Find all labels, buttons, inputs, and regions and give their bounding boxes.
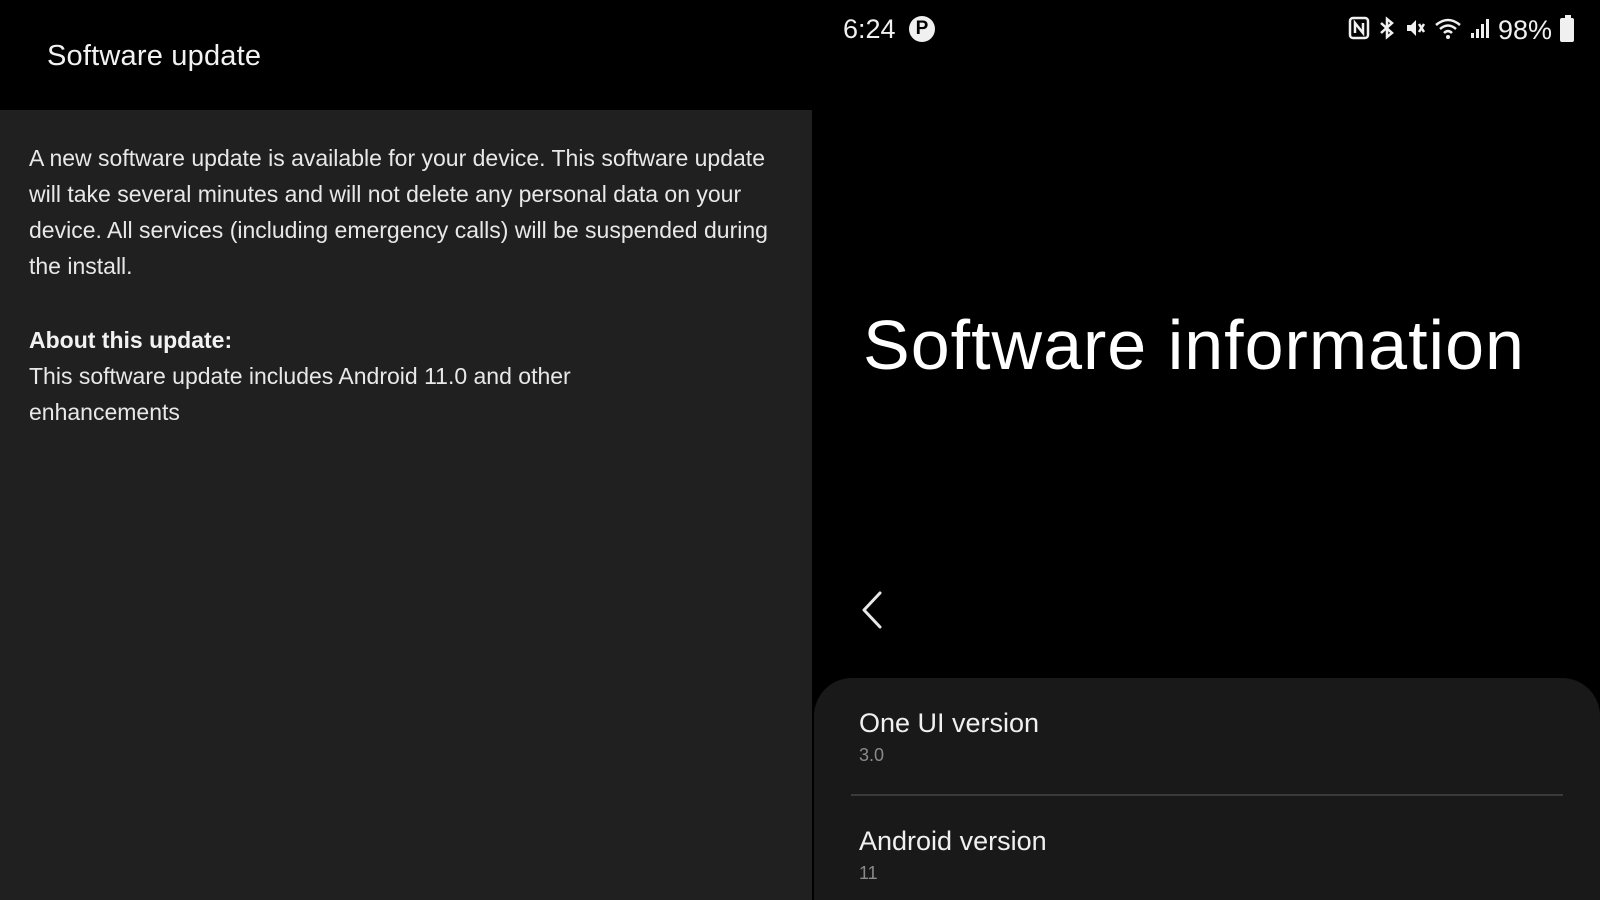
item-value: 3.0	[859, 745, 885, 765]
notification-p-icon: P	[909, 16, 935, 42]
battery-percent: 98%	[1497, 14, 1552, 45]
item-value: 11	[859, 863, 878, 883]
one-ui-version-item[interactable]: One UI version 3.0	[859, 708, 1559, 766]
mute-icon	[1404, 16, 1426, 44]
page-title: Software update	[47, 40, 262, 72]
software-update-screen: Software update A new software update is…	[0, 0, 812, 900]
nfc-icon	[1348, 16, 1370, 44]
bluetooth-icon	[1378, 16, 1396, 44]
about-update-heading: About this update:	[29, 327, 233, 353]
list-divider	[851, 794, 1563, 796]
android-version-item[interactable]: Android version 11	[859, 826, 1559, 884]
status-icons: 98%	[1348, 14, 1574, 46]
update-content: A new software update is available for y…	[0, 110, 812, 900]
status-bar: 6:24 P 98%	[812, 10, 1600, 54]
item-title: Android version	[859, 826, 1047, 856]
wifi-icon	[1434, 16, 1462, 44]
app-bar: Software update	[0, 0, 812, 110]
update-description: A new software update is available for y…	[29, 145, 768, 279]
software-information-screen: 6:24 P 98% Software information One UI v…	[812, 0, 1600, 900]
signal-icon	[1470, 16, 1490, 44]
back-button[interactable]	[854, 585, 894, 635]
status-time: 6:24	[843, 14, 896, 44]
chevron-left-icon	[862, 591, 882, 629]
software-info-list: One UI version 3.0 Android version 11	[814, 678, 1600, 900]
large-page-title: Software information	[863, 306, 1525, 384]
battery-icon	[1560, 15, 1574, 42]
about-update-text: This software update includes Android 11…	[29, 363, 571, 425]
item-title: One UI version	[859, 708, 1040, 738]
